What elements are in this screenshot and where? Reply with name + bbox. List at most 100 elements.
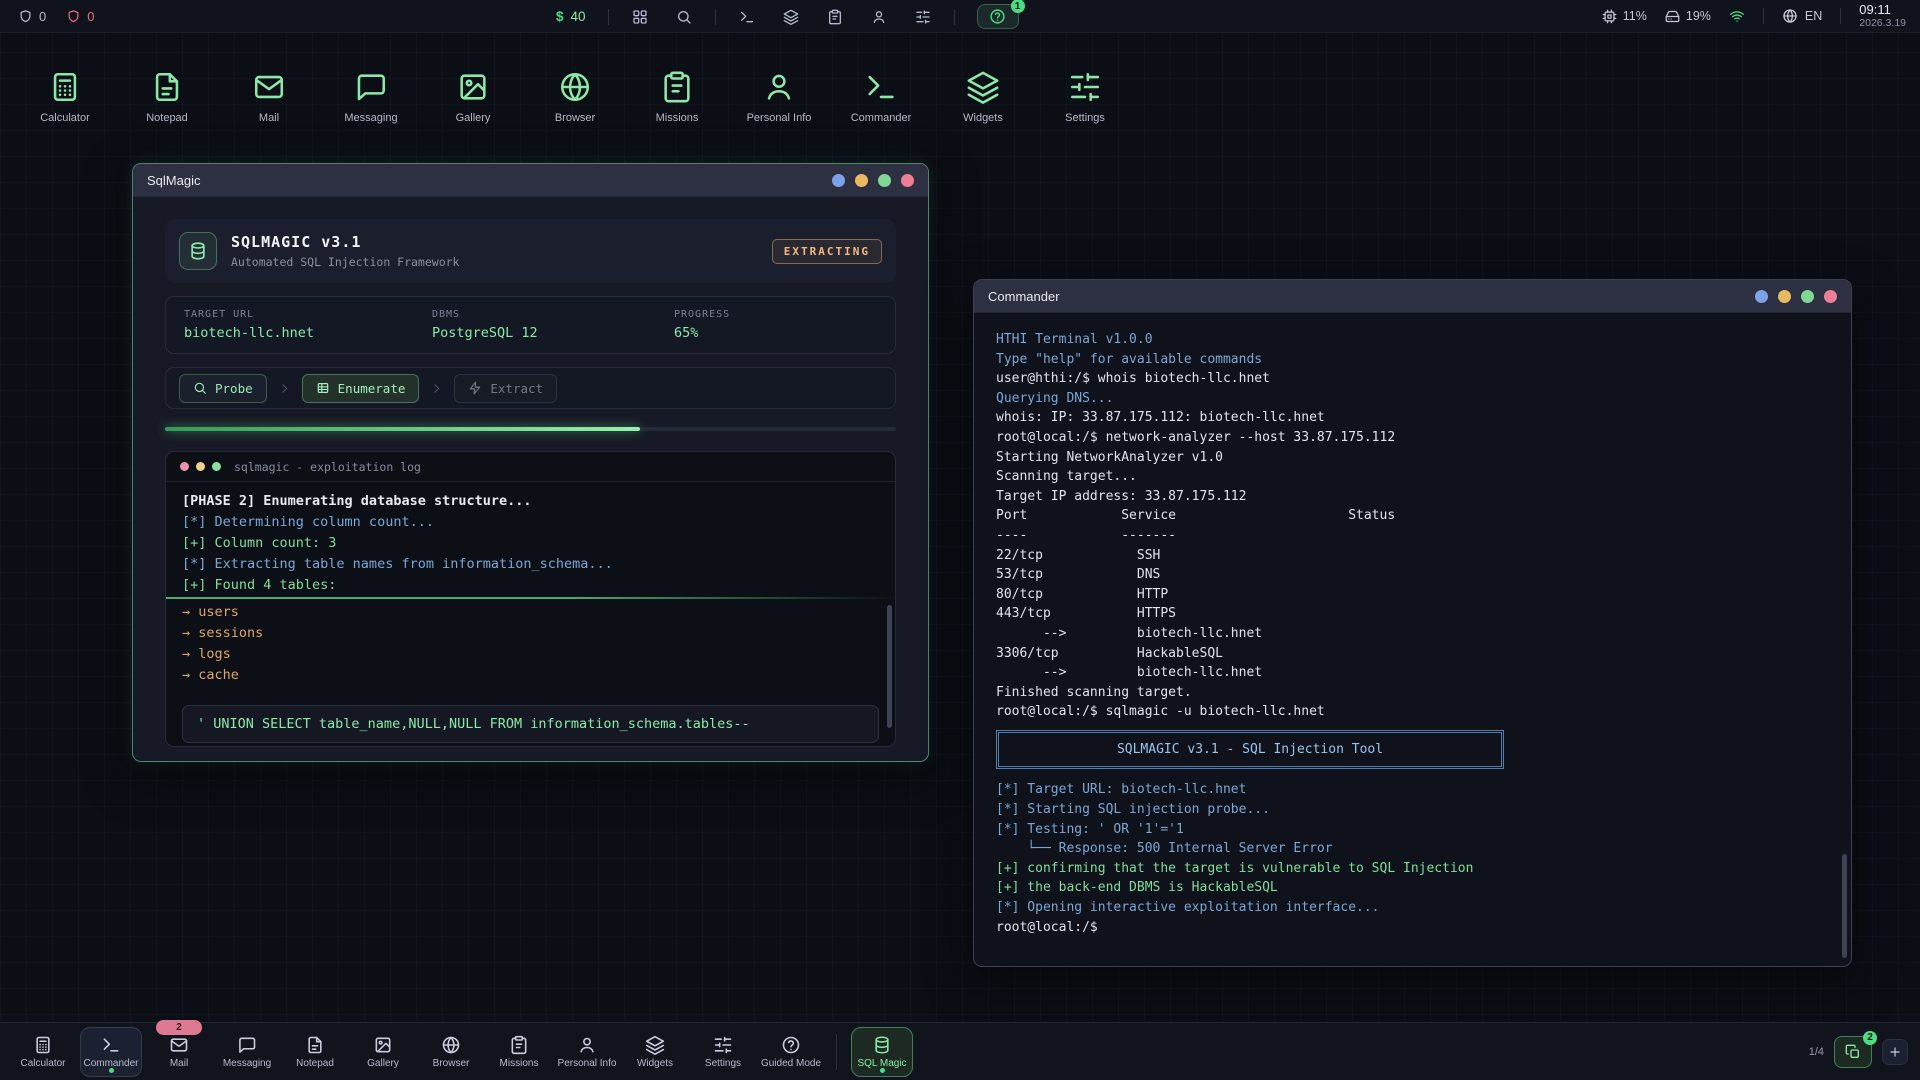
sliders-icon (713, 1035, 733, 1055)
taskbar-item-commander[interactable]: Commander (80, 1027, 142, 1077)
workspace-switcher-button[interactable]: 2 (1834, 1036, 1872, 1068)
info-field-label: DBMS (432, 309, 674, 320)
sqlmagic-titlebar[interactable]: SqlMagic (133, 164, 928, 197)
app-subtitle: Automated SQL Injection Framework (231, 255, 459, 269)
taskbar-separator (836, 1034, 837, 1070)
pipeline-button-label: Probe (215, 381, 253, 396)
info-field-progress: PROGRESS65% (674, 309, 730, 341)
status-badge: EXTRACTING (772, 239, 882, 264)
window-control-button[interactable] (901, 174, 914, 187)
profile-button[interactable] (870, 8, 888, 26)
desktop-icon-notepad[interactable]: Notepad (116, 58, 218, 124)
time: 09:11 (1859, 3, 1906, 18)
window-control-button[interactable] (1801, 290, 1814, 303)
terminal-output[interactable]: HTHI Terminal v1.0.0Type "help" for avai… (974, 313, 1851, 967)
settings-button[interactable] (914, 8, 932, 26)
taskbar-item-calculator[interactable]: Calculator (12, 1027, 74, 1077)
commander-titlebar[interactable]: Commander (974, 280, 1851, 313)
log-line: → users (182, 602, 879, 623)
desktop-icon-calculator[interactable]: Calculator (14, 58, 116, 124)
search-button[interactable] (675, 8, 693, 26)
window-control-button[interactable] (832, 174, 845, 187)
desktop-icon-gallery[interactable]: Gallery (422, 58, 524, 124)
desktop-icon-messaging[interactable]: Messaging (320, 58, 422, 124)
taskbar-item-notepad[interactable]: Notepad (284, 1027, 346, 1077)
desktop-icon-label: Commander (851, 112, 912, 124)
info-field-label: PROGRESS (674, 309, 730, 320)
taskbar-item-gallery[interactable]: Gallery (352, 1027, 414, 1077)
taskbar-item-label: Messaging (223, 1058, 271, 1069)
taskbar: CalculatorCommander2Mail Messaging Notepad… (0, 1022, 1920, 1080)
terminal-line: Finished scanning target. (996, 683, 1829, 703)
terminal-line: [*] Starting SQL injection probe... (996, 800, 1829, 820)
terminal-line: ---- ------- (996, 526, 1829, 546)
harddrive-icon (1665, 9, 1680, 24)
terminal-line: [+] the back-end DBMS is HackableSQL (996, 878, 1829, 898)
desktop-icon-widgets[interactable]: Widgets (932, 58, 1034, 124)
globe-icon (1782, 8, 1798, 24)
log-scrollbar[interactable] (887, 605, 892, 728)
terminal-line: Port Service Status (996, 506, 1829, 526)
missions-button[interactable] (826, 8, 844, 26)
terminal-icon (739, 9, 755, 25)
taskbar-item-guided-mode[interactable]: Guided Mode (760, 1027, 822, 1077)
terminal-scrollbar[interactable] (1842, 854, 1847, 958)
taskbar-item-widgets[interactable]: Widgets (624, 1027, 686, 1077)
help-icon (781, 1035, 801, 1055)
taskbar-item-mail[interactable]: 2Mail (148, 1027, 210, 1077)
pipeline-button-probe[interactable]: Probe (179, 374, 267, 403)
window-control-button[interactable] (878, 174, 891, 187)
desktop: 0 0 $ 40 (0, 0, 1920, 1080)
separator (715, 9, 716, 25)
taskbar-items: CalculatorCommander2Mail Messaging Notepad… (12, 1027, 913, 1077)
terminal-line: 80/tcp HTTP (996, 585, 1829, 605)
taskbar-item-browser[interactable]: Browser (420, 1027, 482, 1077)
desktop-icon-missions[interactable]: Missions (626, 58, 728, 124)
table-icon (316, 381, 330, 395)
taskbar-item-personal-info[interactable]: Personal Info (556, 1027, 618, 1077)
app-header: SQLMAGIC v3.1 Automated SQL Injection Fr… (165, 219, 896, 283)
window-control-button[interactable] (855, 174, 868, 187)
pipeline-button-enumerate[interactable]: Enumerate (302, 374, 420, 403)
log-title: sqlmagic - exploitation log (234, 460, 421, 474)
wifi-status[interactable] (1729, 8, 1745, 24)
desktop-icon-browser[interactable]: Browser (524, 58, 626, 124)
taskbar-item-missions[interactable]: Missions (488, 1027, 550, 1077)
desktop-icons: CalculatorNotepadMailMessagingGalleryBro… (14, 58, 1136, 124)
taskbar-item-messaging[interactable]: Messaging (216, 1027, 278, 1077)
taskbar-item-label: Gallery (367, 1058, 399, 1069)
target-info-panel: TARGET URLbiotech-llc.hnetDBMSPostgreSQL… (165, 296, 896, 354)
guided-help-button[interactable]: 1 (977, 4, 1019, 29)
desktop-icon-commander[interactable]: Commander (830, 58, 932, 124)
terminal-button[interactable] (738, 8, 756, 26)
calculator-icon (33, 1035, 53, 1055)
dot-green (212, 462, 221, 471)
desktop-icon-settings[interactable]: Settings (1034, 58, 1136, 124)
apps-grid-button[interactable] (631, 8, 649, 26)
globe-icon (558, 70, 592, 104)
taskbar-item-sql-magic[interactable]: SQL Magic (851, 1027, 913, 1077)
info-field-label: TARGET URL (184, 309, 432, 320)
shield-icon (66, 9, 81, 24)
separator (1763, 8, 1764, 24)
messaging-icon (354, 70, 388, 104)
taskbar-item-settings[interactable]: Settings (692, 1027, 754, 1077)
window-control-button[interactable] (1755, 290, 1768, 303)
terminal-icon (101, 1035, 121, 1055)
commander-window: Commander HTHI Terminal v1.0.0Type "help… (973, 279, 1852, 967)
desktop-icon-personal-info[interactable]: Personal Info (728, 58, 830, 124)
log-line: → logs (182, 644, 879, 665)
desktop-icon-mail[interactable]: Mail (218, 58, 320, 124)
taskbar-item-label: Notepad (296, 1058, 334, 1069)
window-control-button[interactable] (1824, 290, 1837, 303)
terminal-line: user@hthi:/$ whois biotech-llc.hnet (996, 369, 1829, 389)
pipeline-button-extract[interactable]: Extract (454, 374, 557, 403)
widgets-button[interactable] (782, 8, 800, 26)
log-line: [+] Column count: 3 (182, 533, 879, 554)
wifi-icon (1729, 8, 1745, 24)
shield-icon (18, 9, 33, 24)
window-control-button[interactable] (1778, 290, 1791, 303)
terminal-line: --> biotech-llc.hnet (996, 663, 1829, 683)
language-selector[interactable]: EN (1782, 8, 1822, 24)
add-workspace-button[interactable] (1882, 1039, 1908, 1065)
